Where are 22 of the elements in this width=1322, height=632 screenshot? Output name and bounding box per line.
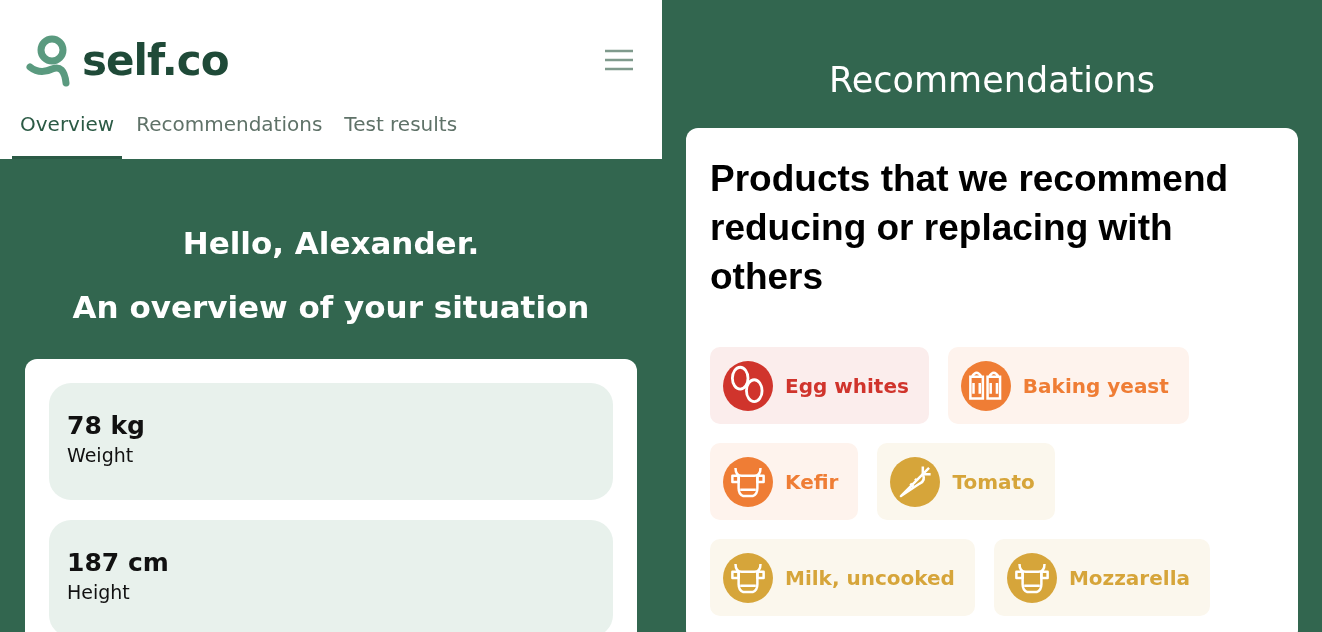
greeting: Hello, Alexander. [181,225,481,261]
stat-value: 187 cm [67,548,170,577]
stat-value: 78 kg [67,411,146,440]
product-name: Tomato [952,469,1035,494]
eggs-icon [723,360,773,411]
cow-icon [723,552,773,603]
tab[interactable]: Overview [12,100,123,159]
product-name: Mozzarella [1068,565,1190,590]
product-name: Baking yeast [1022,373,1169,398]
product-name: Kefir [785,469,839,494]
stat-label: Weight [67,444,135,466]
tab[interactable]: Test results [336,100,466,159]
logo[interactable]: self.co [82,35,229,85]
section-title: Recommendations [829,60,1155,100]
cow-icon [723,456,773,507]
overview-title: An overview of your situation [71,289,591,325]
product-name: Egg whites [785,373,909,398]
card-heading: Products that we recommend reducing or replacing with others [710,157,1230,299]
product-name: Milk, uncooked [785,565,955,590]
menu-icon[interactable] [604,49,634,71]
tab[interactable]: Recommendations [128,100,331,159]
stat-label: Height [67,581,131,603]
